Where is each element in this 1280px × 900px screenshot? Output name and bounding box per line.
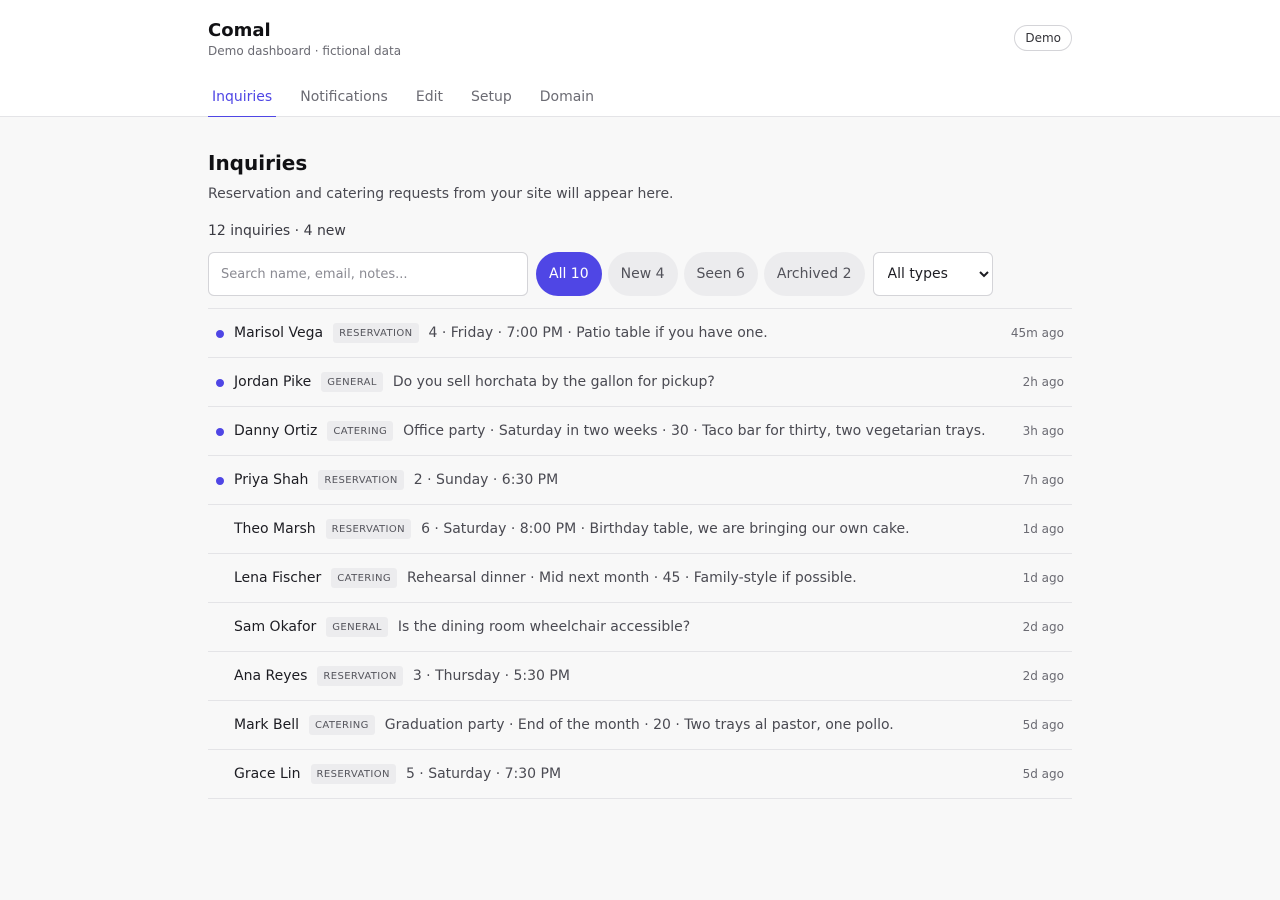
inquiry-type-tag: RESERVATION (310, 764, 396, 784)
inquiry-name: Mark Bell (234, 717, 299, 733)
inquiry-row[interactable]: Mark Bell CATERING Graduation party · En… (208, 701, 1072, 750)
inquiry-name: Marisol Vega (234, 325, 324, 341)
filter-seen-button[interactable]: Seen 6 (683, 252, 758, 296)
inquiry-row[interactable]: Priya Shah RESERVATION 2 · Sunday · 6:30… (208, 456, 1072, 505)
inquiry-type-tag: GENERAL (326, 617, 388, 637)
inquiry-summary: 4 · Friday · 7:00 PM · Patio table if yo… (428, 325, 768, 341)
inquiry-time: 1d ago (1022, 571, 1064, 585)
app-title: Comal (208, 20, 271, 41)
inquiry-summary: Office party · Saturday in two weeks · 3… (403, 423, 986, 439)
header-inner: Comal Demo dashboard · fictional data De… (208, 0, 1072, 117)
inquiry-time: 5d ago (1022, 767, 1064, 781)
tab-inquiries[interactable]: Inquiries (208, 89, 277, 117)
filter-all-button[interactable]: All 10 (536, 252, 602, 296)
inquiry-type-tag: GENERAL (321, 372, 383, 392)
inquiry-summary: Do you sell horchata by the gallon for p… (392, 374, 715, 390)
tab-setup[interactable]: Setup (467, 89, 516, 117)
inquiry-row[interactable]: Sam Okafor GENERAL Is the dining room wh… (208, 603, 1072, 652)
inquiry-summary: 2 · Sunday · 6:30 PM (413, 472, 559, 488)
main-content: Inquiries Reservation and catering reque… (208, 117, 1072, 799)
inquiry-name: Danny Ortiz (234, 423, 318, 439)
tab-edit[interactable]: Edit (412, 89, 447, 117)
inquiry-time: 1d ago (1022, 522, 1064, 536)
page-description: Reservation and catering requests from y… (208, 186, 674, 202)
inquiry-time: 2d ago (1022, 669, 1064, 683)
inquiry-row[interactable]: Ana Reyes RESERVATION 3 · Thursday · 5:3… (208, 652, 1072, 701)
filter-archived-button[interactable]: Archived 2 (763, 252, 865, 296)
inquiry-summary: Rehearsal dinner · Mid next month · 45 ·… (407, 570, 857, 586)
demo-badge: Demo (1014, 25, 1072, 51)
app-subtitle: Demo dashboard · fictional data (208, 44, 402, 58)
inquiry-type-tag: RESERVATION (318, 470, 404, 490)
inquiry-list: Marisol Vega RESERVATION 4 · Friday · 7:… (208, 309, 1072, 799)
inquiry-type-tag: RESERVATION (325, 519, 412, 539)
inquiry-summary: 6 · Saturday · 8:00 PM · Birthday table,… (421, 521, 910, 537)
inquiry-type-tag: CATERING (308, 715, 375, 735)
type-select[interactable]: All types (872, 252, 993, 296)
filter-new-button[interactable]: New 4 (607, 252, 678, 296)
inquiry-summary: 3 · Thursday · 5:30 PM (412, 668, 570, 684)
filter-bar: All 10 New 4 Seen 6 Archived 2 All types (208, 252, 1072, 309)
unread-dot-icon (216, 379, 224, 387)
inquiry-time: 5d ago (1022, 718, 1064, 732)
search-input[interactable] (208, 252, 528, 296)
unread-dot-icon (216, 330, 224, 338)
inquiry-time: 45m ago (1010, 326, 1064, 340)
inquiry-summary: 5 · Saturday · 7:30 PM (405, 766, 562, 782)
inquiry-row[interactable]: Danny Ortiz CATERING Office party · Satu… (208, 407, 1072, 456)
inquiry-name: Lena Fischer (234, 570, 322, 586)
inquiry-name: Jordan Pike (234, 374, 312, 390)
unread-dot-icon (216, 428, 224, 436)
inquiry-row[interactable]: Lena Fischer CATERING Rehearsal dinner ·… (208, 554, 1072, 603)
inquiry-count: 12 inquiries · 4 new (208, 223, 346, 239)
app-header: Comal Demo dashboard · fictional data De… (0, 0, 1280, 117)
inquiry-time: 2d ago (1022, 620, 1064, 634)
inquiry-type-tag: RESERVATION (317, 666, 403, 686)
page-title: Inquiries (208, 151, 308, 175)
inquiry-time: 2h ago (1022, 375, 1064, 389)
tab-domain[interactable]: Domain (536, 89, 598, 117)
main-tabs: Inquiries Notifications Edit Setup Domai… (208, 89, 618, 117)
inquiry-type-tag: CATERING (331, 568, 398, 588)
inquiry-name: Priya Shah (234, 472, 309, 488)
inquiry-row[interactable]: Marisol Vega RESERVATION 4 · Friday · 7:… (208, 309, 1072, 358)
inquiry-summary: Graduation party · End of the month · 20… (384, 717, 894, 733)
tab-notifications[interactable]: Notifications (296, 89, 392, 117)
unread-dot-icon (216, 477, 224, 485)
inquiry-name: Sam Okafor (234, 619, 317, 635)
inquiry-summary: Is the dining room wheelchair accessible… (397, 619, 691, 635)
inquiry-row[interactable]: Theo Marsh RESERVATION 6 · Saturday · 8:… (208, 505, 1072, 554)
inquiry-time: 7h ago (1022, 473, 1064, 487)
inquiry-row[interactable]: Jordan Pike GENERAL Do you sell horchata… (208, 358, 1072, 407)
inquiry-type-tag: CATERING (327, 421, 394, 441)
inquiry-type-tag: RESERVATION (333, 323, 419, 343)
inquiry-time: 3h ago (1022, 424, 1064, 438)
inquiry-row[interactable]: Grace Lin RESERVATION 5 · Saturday · 7:3… (208, 750, 1072, 799)
inquiry-name: Grace Lin (234, 766, 301, 782)
inquiry-name: Ana Reyes (234, 668, 308, 684)
inquiry-name: Theo Marsh (234, 521, 316, 537)
